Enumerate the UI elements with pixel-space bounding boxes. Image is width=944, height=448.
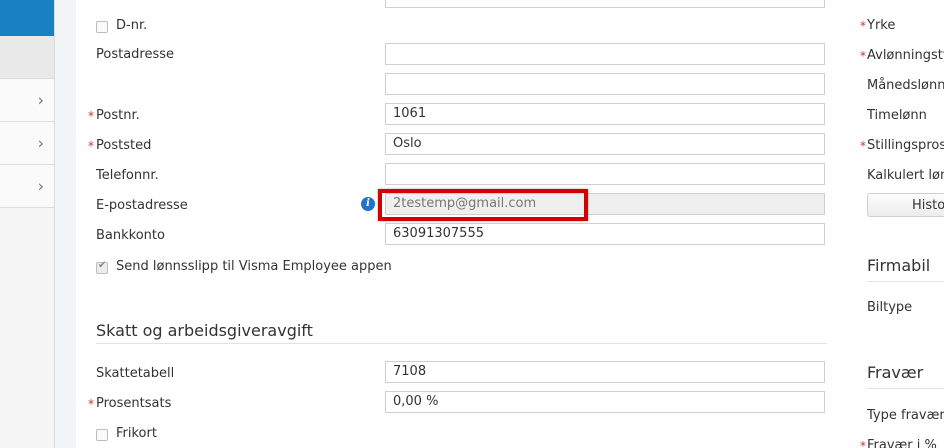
required-marker: * — [860, 19, 866, 33]
sidebar-item-3[interactable]: › — [0, 165, 54, 208]
sidebar-header-block — [0, 0, 54, 36]
skattetabell-label: Skattetabell — [96, 366, 175, 381]
lonnsslipp-checkbox[interactable] — [96, 260, 108, 274]
postadresse-field-2[interactable] — [385, 73, 825, 95]
kalkulert-lonn-label: Kalkulert løn — [867, 168, 944, 183]
dnr-checkbox[interactable] — [96, 21, 108, 33]
poststed-label: Poststed — [96, 138, 152, 153]
postadresse-field-1[interactable] — [385, 43, 825, 65]
epost-label: E-postadresse — [96, 198, 188, 213]
dnr-label: D-nr. — [116, 18, 148, 33]
required-marker: * — [860, 439, 866, 448]
fravaer-divider — [867, 388, 944, 389]
required-marker: * — [860, 139, 866, 153]
type-fravaer-label: Type fravær — [867, 408, 944, 423]
postnr-label: Postnr. — [96, 108, 140, 123]
prosentsats-field[interactable]: 0,00 % — [385, 391, 825, 413]
right-panel: * Yrke * Avlønningsty Månedslønn Timeløn… — [844, 0, 944, 448]
frikort-label: Frikort — [116, 426, 157, 441]
yrke-label: Yrke — [867, 18, 896, 33]
frikort-checkbox[interactable] — [96, 429, 108, 441]
sidebar-item-2[interactable]: › — [0, 122, 54, 165]
info-icon[interactable]: i — [361, 197, 375, 211]
sidebar-item-1[interactable]: › — [0, 79, 54, 122]
stillingsprosent-label: Stillingsprose — [867, 138, 944, 153]
skattetabell-field[interactable]: 7108 — [385, 361, 825, 383]
tax-section-divider — [96, 343, 827, 344]
telefon-label: Telefonnr. — [96, 168, 159, 183]
firmabil-section-title: Firmabil — [867, 256, 931, 275]
employee-form: D-nr. Postadresse * Postnr. 1061 * Posts… — [76, 0, 844, 448]
lonnsslipp-label: Send lønnsslipp til Visma Employee appen — [116, 259, 392, 274]
fravaer-section-title: Fravær — [867, 363, 924, 382]
required-marker: * — [88, 109, 94, 123]
firmabil-divider — [867, 281, 944, 282]
required-marker: * — [860, 49, 866, 63]
bankkonto-label: Bankkonto — [96, 228, 165, 243]
chevron-right-icon: › — [37, 90, 44, 110]
fravaer-prosent-label: Fravær i % — [867, 438, 937, 448]
postnr-field[interactable]: 1061 — [385, 103, 825, 125]
sidebar: › › › — [0, 0, 55, 448]
poststed-field[interactable]: Oslo — [385, 133, 825, 155]
timelonn-label: Timelønn — [867, 108, 927, 123]
highlight-annotation-box — [378, 189, 588, 221]
biltype-label: Biltype — [867, 300, 913, 315]
tax-section-title: Skatt og arbeidsgiveravgift — [96, 321, 313, 340]
top-cutoff-field[interactable] — [385, 0, 825, 8]
historikk-button[interactable]: Histo — [867, 193, 944, 217]
required-marker: * — [88, 397, 94, 411]
prosentsats-label: Prosentsats — [96, 396, 172, 411]
chevron-right-icon: › — [37, 133, 44, 153]
manedslonn-label: Månedslønn — [867, 78, 944, 93]
sidebar-blank-item — [0, 36, 54, 79]
postadresse-label: Postadresse — [96, 47, 175, 62]
telefon-field[interactable] — [385, 163, 825, 185]
avlonningstype-label: Avlønningsty — [867, 48, 944, 63]
chevron-right-icon: › — [37, 176, 44, 196]
bankkonto-field[interactable]: 63091307555 — [385, 223, 825, 245]
required-marker: * — [88, 139, 94, 153]
